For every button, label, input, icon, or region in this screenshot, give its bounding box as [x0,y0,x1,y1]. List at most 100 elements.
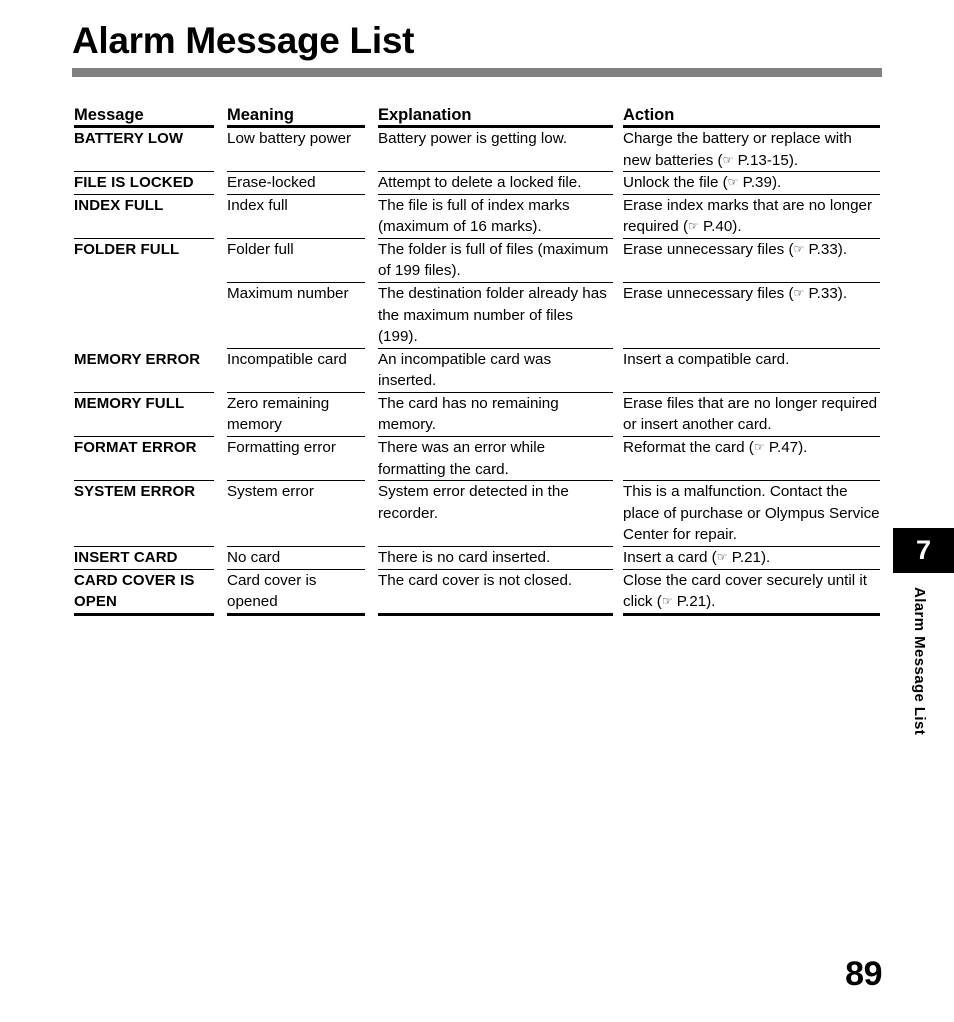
column-gap [214,106,227,128]
cell-action: Erase index marks that are no longer req… [623,195,880,239]
column-gap [613,195,623,239]
column-gap [613,106,623,128]
page-reference-icon: ☞ [688,219,699,234]
cell-message: MEMORY FULL [74,393,214,438]
cell-message: MEMORY ERROR [74,349,214,393]
action-text: Erase unnecessary files ( [623,285,794,303]
column-gap [365,547,378,570]
action-text: Unlock the file ( [623,174,728,192]
cell-action: This is a malfunction. Contact the place… [623,481,880,547]
cell-explanation: There is no card inserted. [378,547,613,570]
cell-meaning: Low battery power [227,128,365,173]
action-page-reference: P.33). [804,240,848,258]
table-row: INDEX FULL Index full The file is full of … [74,195,880,239]
table-row: MEMORY FULL Zero remaining memory The card… [74,393,880,438]
column-gap [214,239,227,283]
action-page-reference: P.21). [672,593,716,611]
cell-explanation: The card cover is not closed. [378,570,613,616]
action-page-reference: P.47). [764,439,808,457]
action-page-reference: P.39). [738,174,782,192]
column-gap [214,393,227,437]
table-row: INSERT CARD No card There is no card inser… [74,547,880,570]
column-gap [613,393,623,437]
action-text: Erase files that are no longer required … [623,394,878,434]
column-gap [214,481,227,547]
column-header-explanation: Explanation [378,106,613,128]
cell-explanation: The file is full of index marks (maximum… [378,195,613,239]
page-reference-icon: ☞ [793,286,805,301]
column-gap [613,481,623,547]
table-row: FOLDER FULL Folder full The folder is full… [74,239,880,284]
cell-message: BATTERY LOW [74,128,214,173]
page-reference-icon: ☞ [722,152,734,167]
column-gap [365,481,378,547]
column-gap [613,128,623,172]
column-gap [365,128,378,172]
table-row: FORMAT ERROR Formatting error There was an… [74,437,880,482]
page-reference-icon: ☞ [716,549,728,564]
column-gap [214,349,227,393]
column-gap [365,283,378,349]
cell-message: INSERT CARD [74,547,214,570]
action-page-reference: P.33). [804,285,848,303]
column-gap [365,106,378,128]
table-row: SYSTEM ERROR System error System error det… [74,481,880,547]
cell-explanation: An incompatible card was inserted. [378,349,613,393]
table-header-row: Message Meaning Explanation Action [74,106,880,128]
page-reference-icon: ☞ [727,175,739,190]
alarm-message-table: Message Meaning Explanation Action BATTE… [74,106,880,616]
cell-action: Erase unnecessary files (☞ P.33). [623,283,880,349]
cell-meaning: Folder full [227,239,365,284]
column-gap [613,172,623,195]
page-reference-icon: ☞ [793,241,805,256]
cell-explanation: System error detected in the recorder. [378,481,613,547]
cell-action: Reformat the card (☞ P.47). [623,437,880,482]
table-row: Maximum number The destination folder alr… [74,283,880,349]
column-gap [613,283,623,349]
cell-meaning: Incompatible card [227,349,365,393]
cell-meaning: Zero remaining memory [227,393,365,438]
action-text: Reformat the card ( [623,439,754,457]
cell-action: Erase unnecessary files (☞ P.33). [623,239,880,284]
action-text: Insert a compatible card. [623,350,790,368]
action-text: Close the card cover securely until it c… [623,571,867,611]
table-row: BATTERY LOW Low battery power Battery powe… [74,128,880,173]
action-page-reference: P.13-15). [733,151,799,169]
column-gap [214,570,227,616]
cell-message: FORMAT ERROR [74,437,214,482]
action-page-reference: P.40). [698,218,742,236]
cell-action: Insert a card (☞ P.21). [623,547,880,570]
column-gap [214,172,227,195]
column-gap [365,239,378,283]
page-reference-icon: ☞ [661,594,673,609]
cell-message: SYSTEM ERROR [74,481,214,547]
column-gap [214,195,227,239]
column-gap [613,239,623,283]
column-header-meaning: Meaning [227,106,365,128]
cell-message: FOLDER FULL [74,240,180,258]
column-gap [613,437,623,481]
cell-meaning: Maximum number [227,283,365,349]
cell-message: FILE IS LOCKED [74,172,214,195]
cell-message: INDEX FULL [74,195,214,239]
page-reference-icon: ☞ [753,440,765,455]
table-row: FILE IS LOCKED Erase-locked Attempt to del… [74,172,880,195]
column-gap [214,437,227,481]
cell-explanation: Battery power is getting low. [378,128,613,173]
column-gap [214,283,227,349]
column-header-action: Action [623,106,880,128]
column-gap [613,570,623,616]
action-page-reference: P.21). [727,548,771,566]
column-gap [365,437,378,481]
table-row: MEMORY ERROR Incompatible card An incompat… [74,349,880,393]
column-gap [365,570,378,616]
column-gap [365,349,378,393]
cell-action: Charge the battery or replace with new b… [623,128,880,173]
table-row: CARD COVER IS OPEN Card cover is opened Th… [74,570,880,616]
cell-meaning: System error [227,481,365,547]
chapter-number-badge: 7 [893,528,954,573]
cell-message: CARD COVER IS OPEN [74,570,214,616]
cell-meaning: Index full [227,195,365,239]
column-gap [613,547,623,570]
cell-action: Close the card cover securely until it c… [623,570,880,616]
